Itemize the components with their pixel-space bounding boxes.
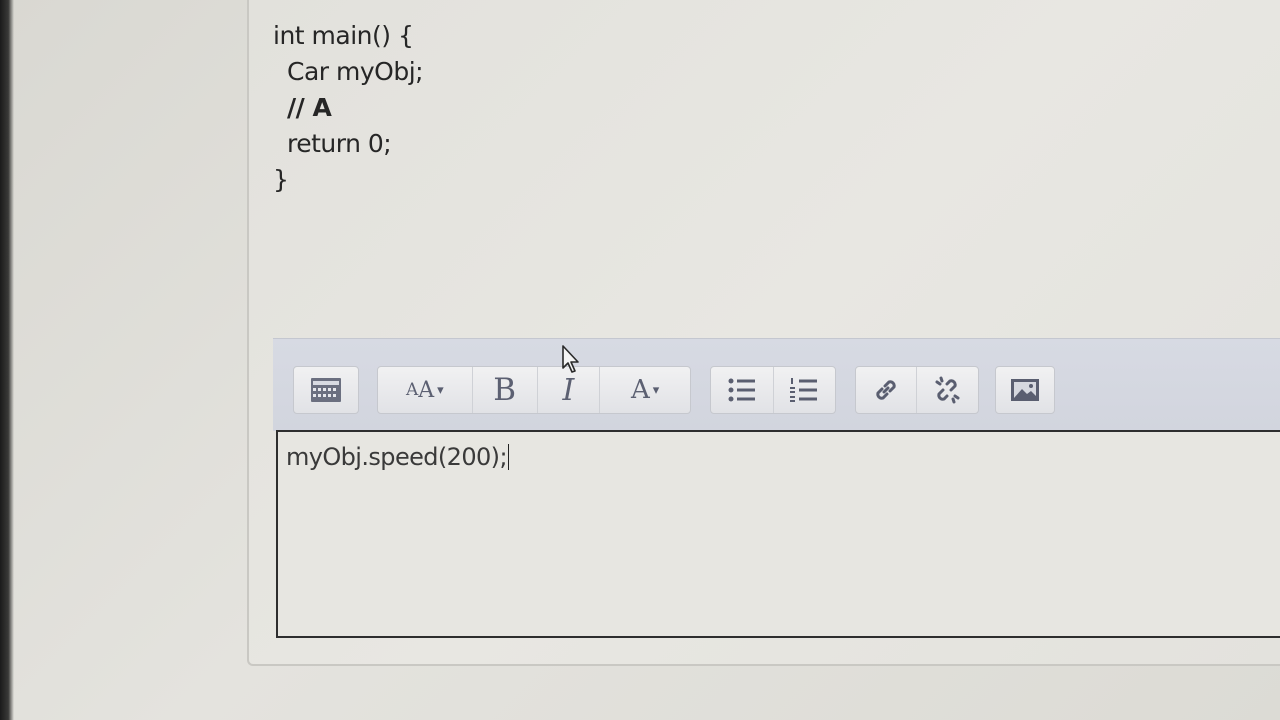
font-color-icon: A	[630, 375, 650, 405]
insert-image-button[interactable]	[996, 367, 1054, 413]
link-icon	[876, 380, 896, 400]
code-line-4: return 0;	[287, 129, 392, 158]
code-line-3: // A	[287, 93, 332, 122]
unordered-list-button[interactable]	[711, 367, 773, 413]
toolbar-group-links	[855, 366, 979, 414]
ordered-list-button[interactable]	[772, 367, 836, 413]
link-button[interactable]	[856, 367, 916, 413]
answer-text-editor[interactable]: myObj.speed(200);	[276, 430, 1280, 638]
font-size-icon-large: A	[418, 377, 435, 403]
toolbar-group-toggle	[293, 366, 359, 414]
editor-value: myObj.speed(200);	[286, 443, 508, 471]
bold-button[interactable]: B	[471, 367, 537, 413]
font-size-button[interactable]: AA ▾	[378, 367, 472, 413]
mouse-pointer-icon	[562, 345, 579, 373]
code-line-1: int main() {	[273, 21, 414, 50]
toolbar-toggle-button[interactable]	[294, 367, 358, 413]
editor-toolbar: AA ▾ B I A ▾	[273, 338, 1280, 431]
editor-content[interactable]: myObj.speed(200);	[286, 443, 509, 471]
code-snippet: int main() { Car myObj; // A return 0; }	[273, 18, 424, 198]
toolbar-group-lists	[710, 366, 836, 414]
unlink-icon	[935, 376, 960, 404]
text-caret	[507, 444, 509, 470]
chevron-down-icon: ▾	[652, 382, 660, 397]
code-line-5: }	[273, 165, 289, 194]
italic-icon: I	[562, 372, 575, 408]
screen-bezel	[0, 0, 14, 720]
font-size-icon: A	[406, 380, 419, 400]
toolbar-group-format: AA ▾ B I A ▾	[377, 366, 691, 414]
toolbar-group-media	[995, 366, 1055, 414]
code-line-2: Car myObj;	[287, 57, 424, 86]
toolbar-toggle-icon	[311, 378, 341, 402]
bold-icon: B	[493, 372, 516, 408]
unlink-button[interactable]	[916, 367, 977, 413]
image-icon	[1011, 379, 1039, 401]
unordered-list-icon	[728, 378, 755, 402]
ordered-list-icon	[790, 378, 818, 402]
chevron-down-icon: ▾	[437, 382, 444, 397]
font-color-button[interactable]: A ▾	[599, 367, 690, 413]
